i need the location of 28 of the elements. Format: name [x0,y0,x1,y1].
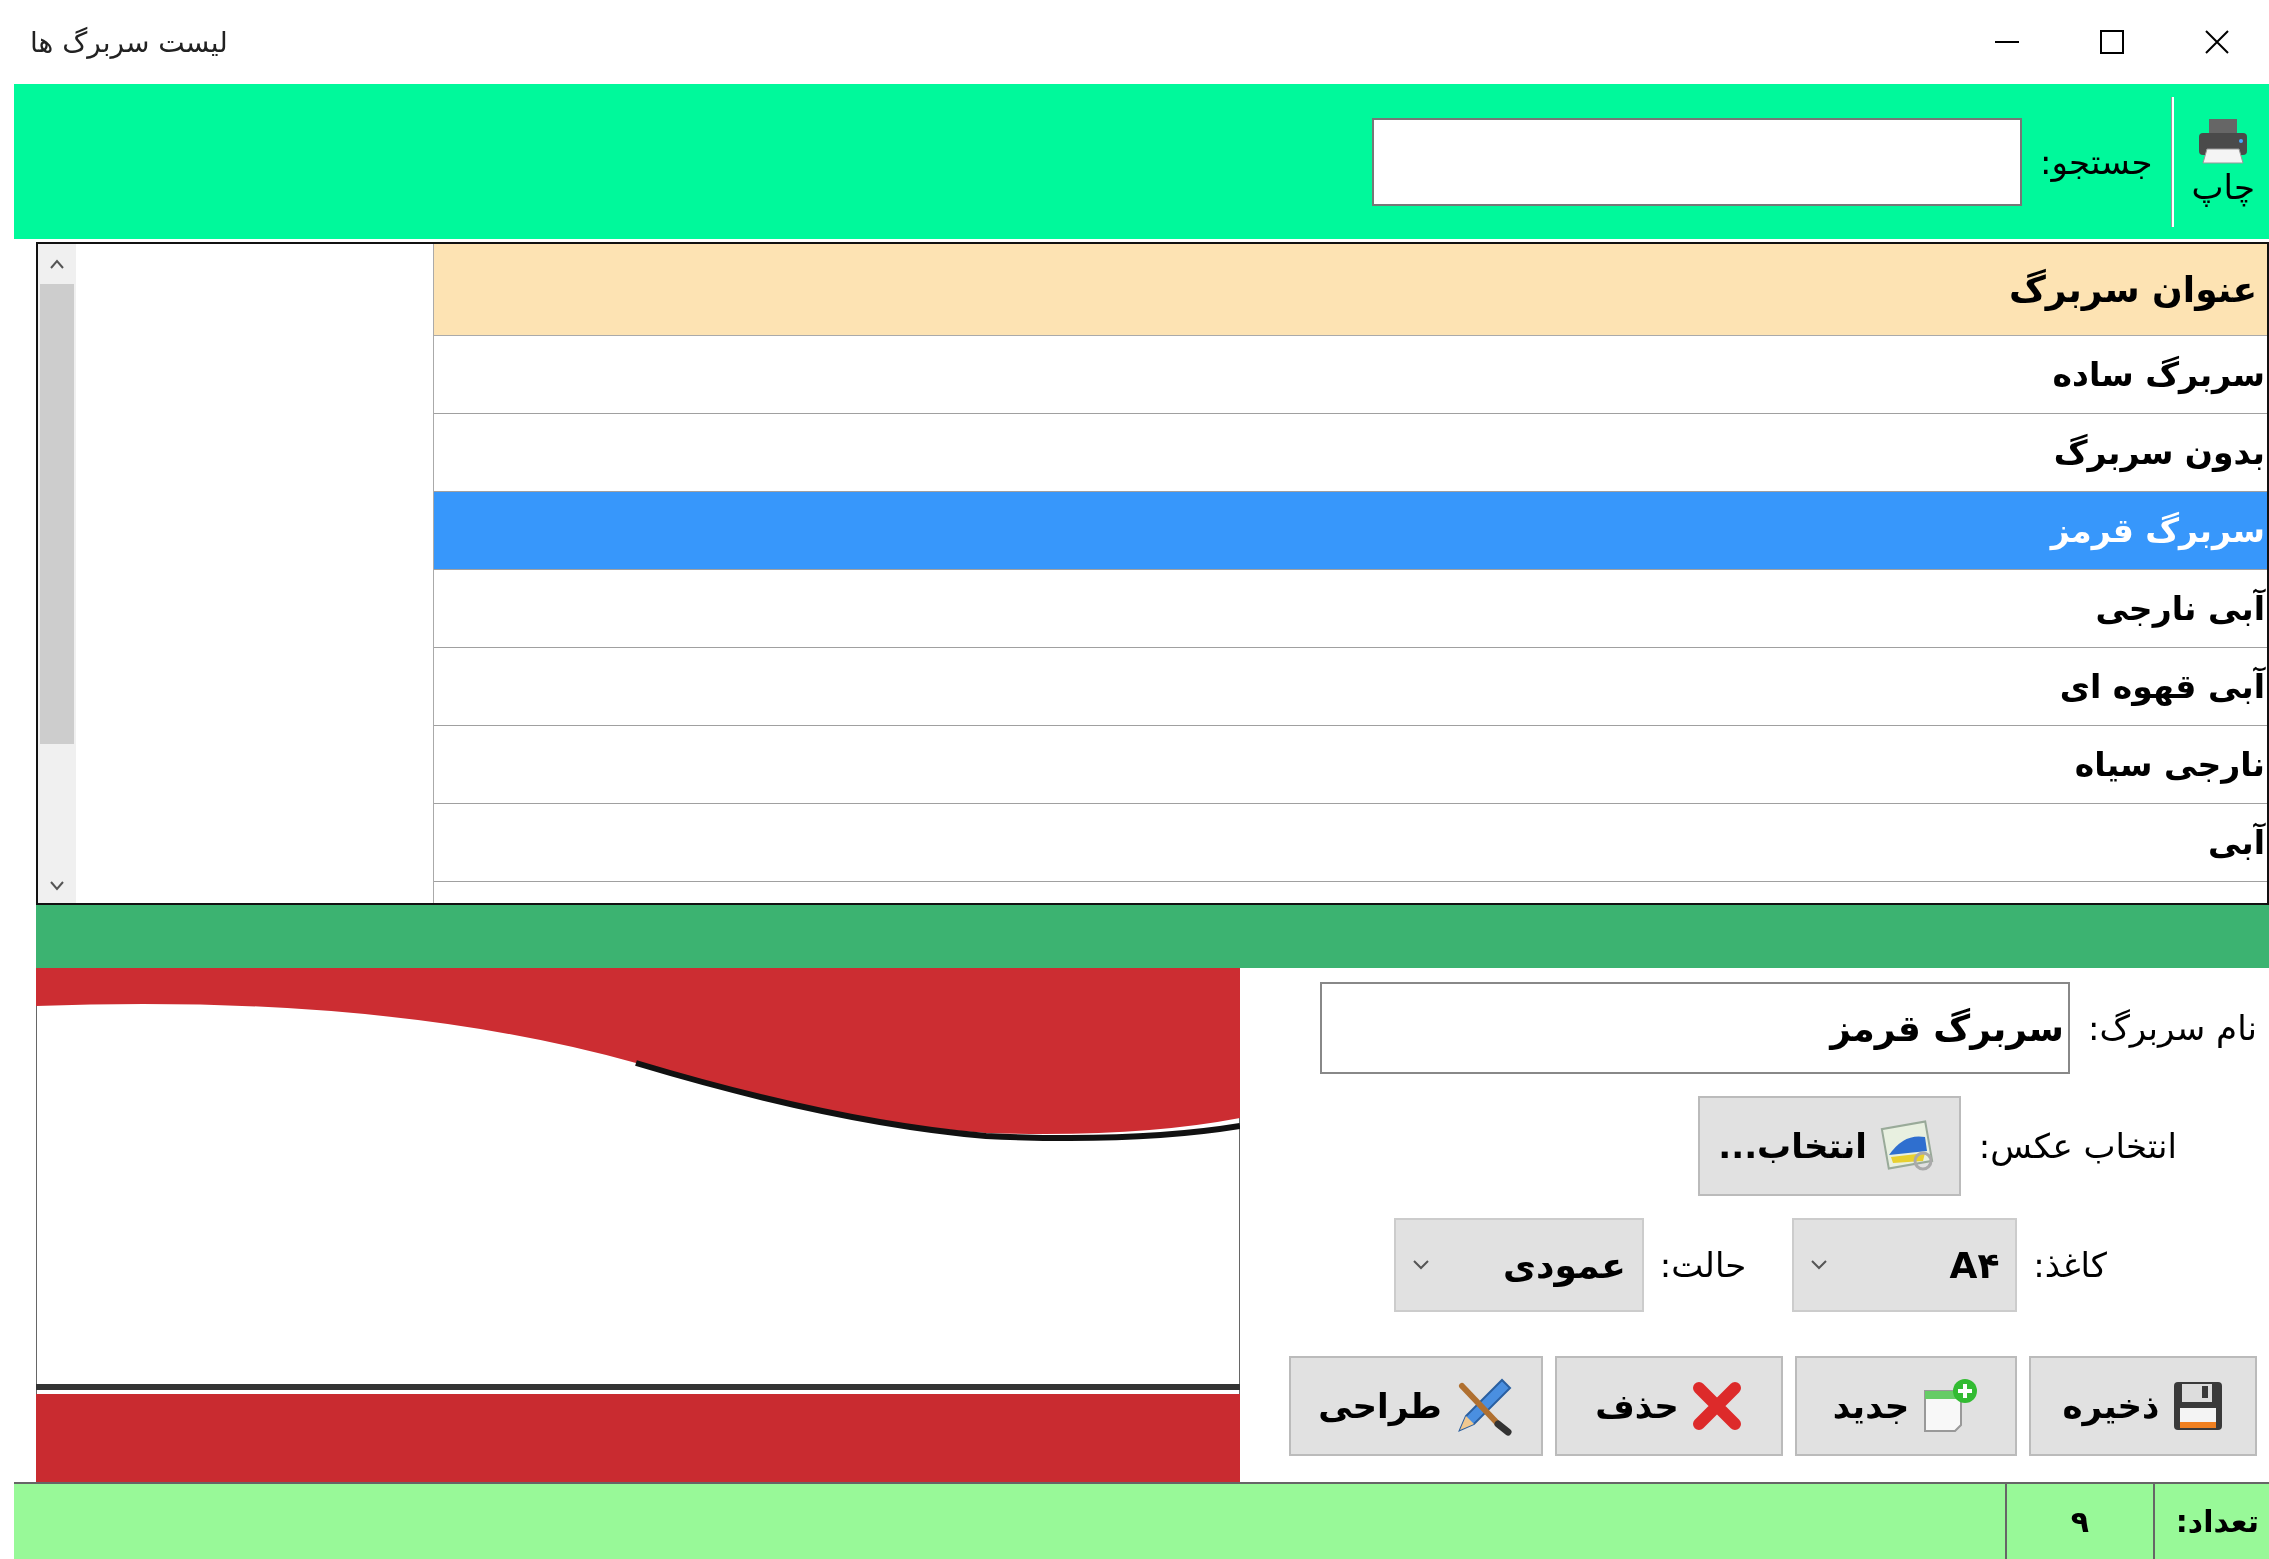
design-button[interactable]: طراحی [1289,1356,1543,1456]
close-icon [2203,29,2230,55]
name-field[interactable]: سربرگ قرمز [1319,982,2070,1074]
delete-button[interactable]: حذف [1555,1356,1783,1456]
orientation-dropdown[interactable]: عمودی [1393,1218,1644,1312]
column-header: عنوان سربرگ [434,244,2267,337]
save-button[interactable]: ذخیره [2029,1356,2257,1456]
search-label: جستجو: [2040,141,2153,182]
search-field[interactable] [1372,117,2023,206]
paper-dropdown[interactable]: A۴ [1792,1218,2018,1312]
new-button[interactable]: جدید [1795,1356,2017,1456]
count-value: ۹ [2005,1484,2155,1559]
minimize-icon [1993,41,2020,43]
delete-x-icon [1690,1380,1743,1432]
chevron-down-icon [1810,1259,1829,1271]
name-label: نام سربرگ: [2087,1008,2257,1048]
print-button[interactable]: چاپ [2191,116,2255,207]
count-label: تعداد: [2174,1503,2260,1541]
paper-label: کاغذ: [2033,1245,2107,1285]
vertical-scrollbar[interactable] [38,244,76,903]
maximize-icon [2098,29,2125,55]
orientation-label: حالت: [1659,1245,1747,1285]
choose-image-button[interactable]: انتخاب... [1698,1096,1961,1196]
chevron-down-icon [1411,1259,1430,1271]
image-label: انتخاب عکس: [1978,1126,2177,1166]
new-document-icon [1921,1377,1980,1435]
window-title: لیست سربرگ ها [30,25,228,59]
splitter-bar[interactable] [36,905,2269,968]
